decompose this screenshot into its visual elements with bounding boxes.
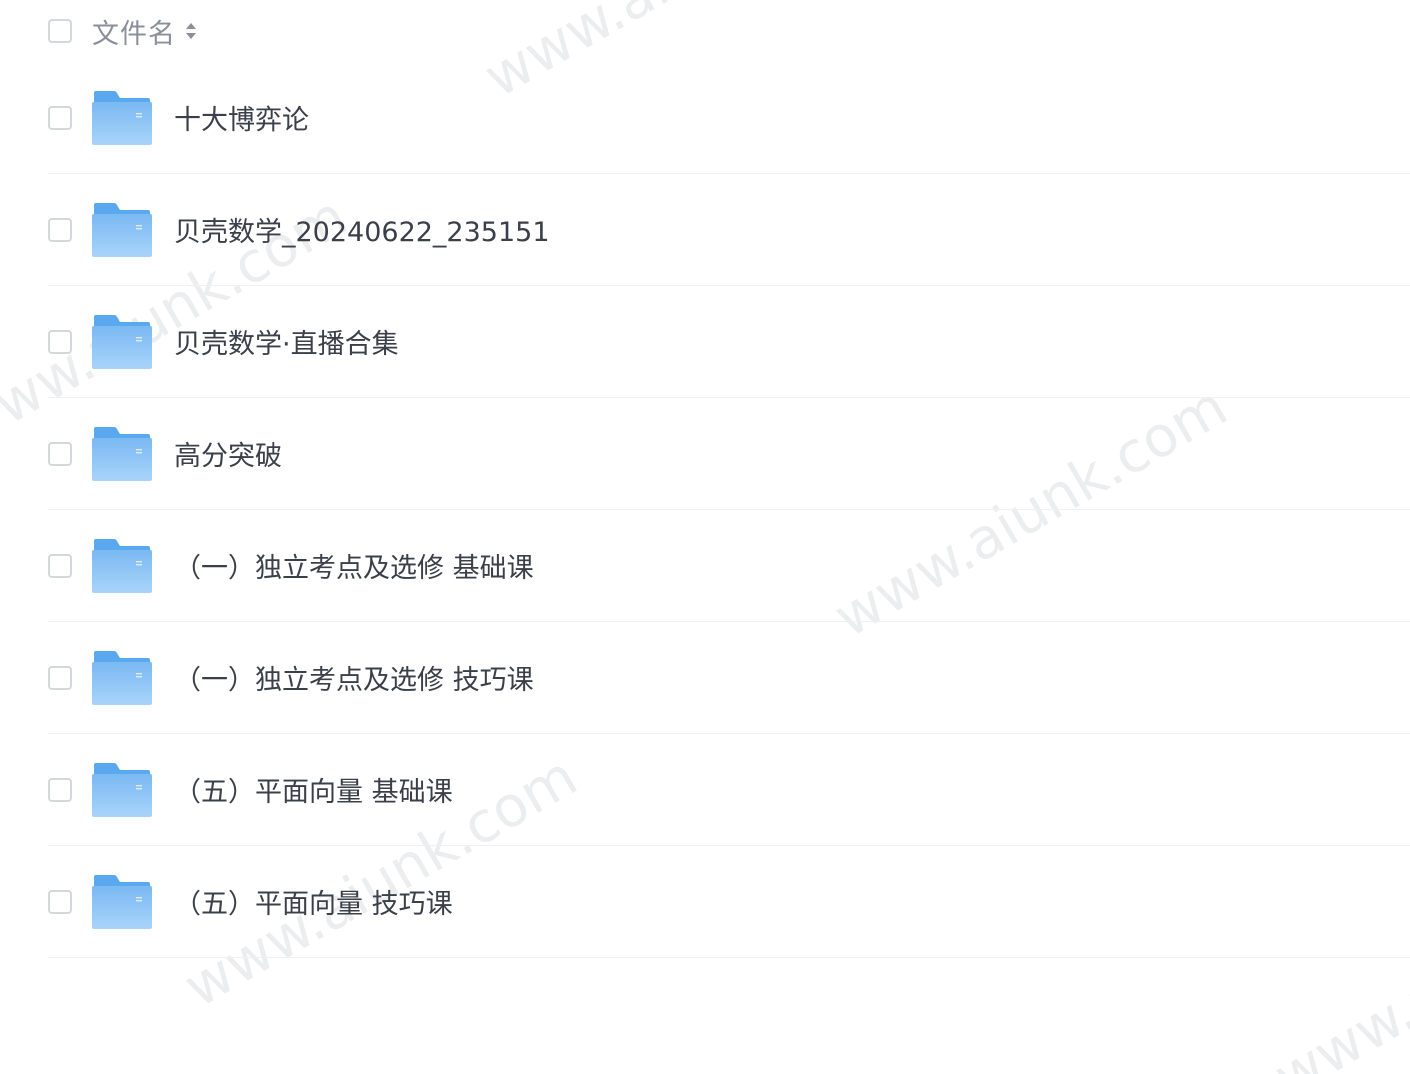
file-name[interactable]: （一）独立考点及选修 技巧课 <box>174 658 534 697</box>
row-checkbox[interactable] <box>48 217 72 242</box>
file-list-header: 文件名 <box>48 0 1410 62</box>
file-row[interactable]: 贝壳数学_20240622_235151 <box>48 174 1410 286</box>
row-checkbox[interactable] <box>48 329 72 354</box>
folder-icon <box>92 90 152 145</box>
folder-icon <box>92 874 152 929</box>
column-header-filename[interactable]: 文件名 <box>92 12 176 51</box>
file-name[interactable]: （五）平面向量 基础课 <box>174 770 453 809</box>
file-name[interactable]: 高分突破 <box>174 434 282 473</box>
file-row[interactable]: （五）平面向量 基础课 <box>48 734 1410 846</box>
file-row[interactable]: （五）平面向量 技巧课 <box>48 846 1410 958</box>
file-row[interactable]: 高分突破 <box>48 398 1410 510</box>
sort-icon[interactable] <box>184 19 198 43</box>
folder-icon <box>92 426 152 481</box>
folder-icon <box>92 202 152 257</box>
file-name[interactable]: 贝壳数学·直播合集 <box>174 322 399 361</box>
file-row[interactable]: 十大博弈论 <box>48 62 1410 174</box>
row-checkbox[interactable] <box>48 441 72 466</box>
folder-icon <box>92 538 152 593</box>
select-all-checkbox[interactable] <box>48 19 72 43</box>
folder-icon <box>92 314 152 369</box>
file-name[interactable]: 贝壳数学_20240622_235151 <box>174 210 550 249</box>
file-name[interactable]: （一）独立考点及选修 基础课 <box>174 546 534 585</box>
folder-icon <box>92 650 152 705</box>
file-row[interactable]: （一）独立考点及选修 基础课 <box>48 510 1410 622</box>
file-row[interactable]: 贝壳数学·直播合集 <box>48 286 1410 398</box>
row-checkbox[interactable] <box>48 665 72 690</box>
file-name[interactable]: （五）平面向量 技巧课 <box>174 882 453 921</box>
row-checkbox[interactable] <box>48 553 72 578</box>
row-checkbox[interactable] <box>48 105 72 130</box>
file-row[interactable]: （一）独立考点及选修 技巧课 <box>48 622 1410 734</box>
row-checkbox[interactable] <box>48 777 72 802</box>
file-name[interactable]: 十大博弈论 <box>174 98 309 137</box>
folder-icon <box>92 762 152 817</box>
file-list-page: www.aiunk.com www.aiunk.com www.aiunk.co… <box>0 0 1410 1074</box>
row-checkbox[interactable] <box>48 889 72 914</box>
file-rows: 十大博弈论 贝壳数学_20240622_235151 贝壳数学·直播合集 高分突… <box>48 62 1410 958</box>
file-list: 文件名 十大博弈论 贝壳数学_20240622_235151 贝壳数学·直播合集… <box>48 0 1410 958</box>
